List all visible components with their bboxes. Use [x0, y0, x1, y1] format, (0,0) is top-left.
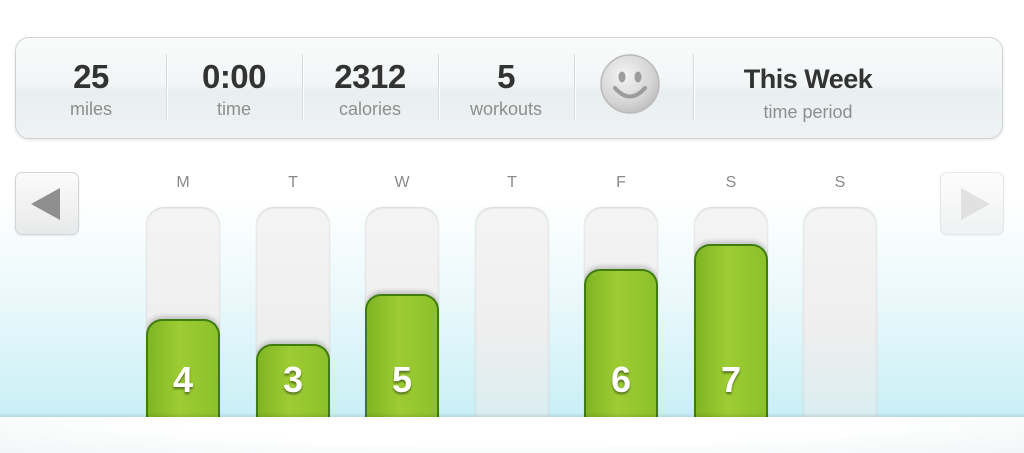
bar-track[interactable] — [803, 207, 877, 419]
time-value: 0:00 — [201, 58, 267, 95]
bar-value-label: 6 — [610, 359, 632, 400]
day-label: M — [176, 174, 190, 191]
bar-track[interactable]: 6 — [584, 207, 658, 419]
bar-track[interactable]: 3 — [256, 207, 330, 419]
left-arrow-icon — [31, 188, 60, 220]
workouts-stat: 5 workouts — [438, 38, 574, 138]
bar-track[interactable]: 5 — [365, 207, 439, 419]
calories-label: calories — [338, 99, 402, 119]
bar-fill: 3 — [256, 344, 330, 419]
day-label: S — [834, 174, 846, 191]
calories-value: 2312 — [334, 58, 406, 95]
bar-value-label: 5 — [391, 359, 413, 400]
day-label: T — [288, 174, 298, 191]
time-stat: 0:00 time — [166, 38, 302, 138]
calories-stat: 2312 calories — [302, 38, 438, 138]
miles-value: 25 — [73, 58, 109, 95]
floor-shelf — [0, 417, 1024, 453]
workouts-label: workouts — [469, 99, 543, 119]
workouts-value: 5 — [497, 58, 515, 95]
smiley-face-icon[interactable] — [599, 53, 661, 115]
bar-fill: 4 — [146, 319, 220, 419]
bar-track[interactable]: 4 — [146, 207, 220, 419]
time-label: time — [216, 99, 251, 119]
bar-value-label: 3 — [282, 359, 304, 400]
day-label: W — [394, 174, 410, 191]
bar-fill: 6 — [584, 269, 658, 419]
right-arrow-icon — [961, 188, 990, 220]
bar-value-label: 7 — [720, 359, 742, 400]
miles-stat: 25 miles — [16, 38, 166, 138]
day-label: S — [725, 174, 737, 191]
bar-fill: 7 — [694, 244, 768, 419]
divider — [574, 54, 575, 120]
next-week-button[interactable] — [940, 172, 1004, 235]
period-value: This Week — [743, 64, 873, 94]
bar-fill: 5 — [365, 294, 439, 419]
day-label: F — [616, 174, 626, 191]
previous-week-button[interactable] — [15, 172, 79, 235]
bar-value-label: 4 — [172, 359, 194, 400]
stats-panel: 25 miles 0:00 time 2312 calories 5 worko… — [15, 37, 1003, 139]
bar-track[interactable] — [475, 207, 549, 419]
bar-track[interactable]: 7 — [694, 207, 768, 419]
period-stat[interactable]: This Week time period — [693, 38, 923, 138]
day-label: T — [507, 174, 517, 191]
period-label: time period — [763, 102, 853, 122]
miles-label: miles — [69, 99, 112, 119]
